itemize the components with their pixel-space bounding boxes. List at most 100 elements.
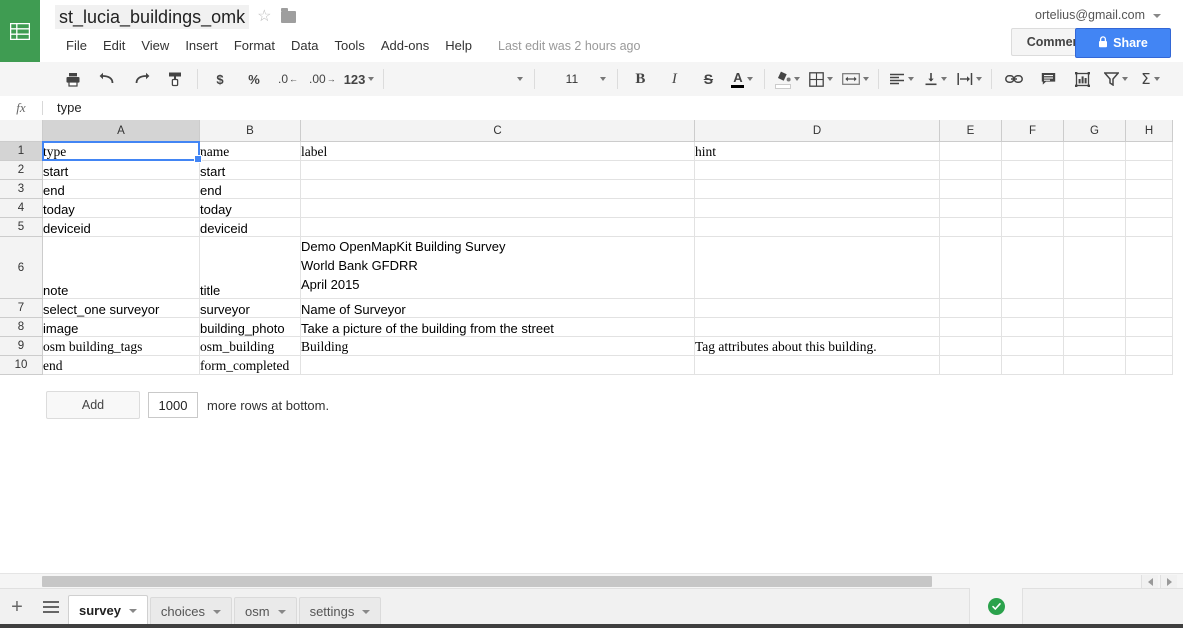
cell-h1[interactable] (1125, 141, 1173, 161)
cell-g4[interactable] (1063, 198, 1126, 218)
cell-e8[interactable] (939, 317, 1002, 337)
chevron-down-icon[interactable] (128, 608, 137, 613)
menu-tools[interactable]: Tools (326, 36, 372, 55)
cell-h5[interactable] (1125, 217, 1173, 237)
print-button[interactable] (57, 66, 89, 92)
cell-a5[interactable]: deviceid (42, 217, 200, 237)
column-header-f[interactable]: F (1001, 120, 1064, 142)
cell-e9[interactable] (939, 336, 1002, 356)
cell-c8[interactable]: Take a picture of the building from the … (300, 317, 695, 337)
cell-g3[interactable] (1063, 179, 1126, 199)
row-header-5[interactable]: 5 (0, 217, 43, 237)
menu-edit[interactable]: Edit (95, 36, 133, 55)
cell-c4[interactable] (300, 198, 695, 218)
cell-c6[interactable]: Demo OpenMapKit Building Survey World Ba… (300, 236, 695, 299)
cell-f3[interactable] (1001, 179, 1064, 199)
formula-input[interactable]: type (43, 96, 1183, 120)
cell-d4[interactable] (694, 198, 940, 218)
fill-color-button[interactable] (771, 66, 803, 92)
cell-c3[interactable] (300, 179, 695, 199)
cell-h2[interactable] (1125, 160, 1173, 180)
cell-f4[interactable] (1001, 198, 1064, 218)
cell-f10[interactable] (1001, 355, 1064, 375)
cell-b5[interactable]: deviceid (199, 217, 301, 237)
cell-c9[interactable]: Building (300, 336, 695, 356)
cell-f5[interactable] (1001, 217, 1064, 237)
strikethrough-button[interactable]: S (692, 66, 724, 92)
insert-link-button[interactable] (998, 66, 1030, 92)
cell-b8[interactable]: building_photo (199, 317, 301, 337)
cell-a9[interactable]: osm building_tags (42, 336, 200, 356)
text-color-button[interactable]: A (726, 66, 758, 92)
cell-b2[interactable]: start (199, 160, 301, 180)
sheet-tab-settings[interactable]: settings (298, 596, 382, 626)
folder-icon[interactable] (281, 8, 297, 23)
sheet-tab-choices[interactable]: choices (149, 596, 232, 626)
cell-c10[interactable] (300, 355, 695, 375)
cell-f9[interactable] (1001, 336, 1064, 356)
all-sheets-button[interactable] (34, 589, 68, 625)
menu-format[interactable]: Format (226, 36, 283, 55)
cell-e5[interactable] (939, 217, 1002, 237)
chevron-down-icon[interactable] (213, 609, 221, 614)
cell-h4[interactable] (1125, 198, 1173, 218)
insert-comment-button[interactable] (1032, 66, 1064, 92)
cell-f8[interactable] (1001, 317, 1064, 337)
cell-g10[interactable] (1063, 355, 1126, 375)
italic-button[interactable]: I (658, 66, 690, 92)
chevron-down-icon[interactable] (1153, 14, 1161, 18)
font-family-select[interactable] (389, 67, 529, 91)
menu-data[interactable]: Data (283, 36, 326, 55)
cell-e10[interactable] (939, 355, 1002, 375)
cell-h3[interactable] (1125, 179, 1173, 199)
cell-h10[interactable] (1125, 355, 1173, 375)
percent-format-button[interactable]: % (238, 66, 270, 92)
star-icon[interactable]: ☆ (257, 7, 271, 27)
cell-g9[interactable] (1063, 336, 1126, 356)
decrease-decimal-button[interactable]: .0 ← (272, 66, 304, 92)
cell-h8[interactable] (1125, 317, 1173, 337)
cell-d9[interactable]: Tag attributes about this building. (694, 336, 940, 356)
merge-cells-button[interactable] (839, 66, 872, 92)
cell-b6[interactable]: title (199, 236, 301, 299)
functions-button[interactable]: Σ (1134, 66, 1166, 92)
horizontal-align-button[interactable] (885, 66, 917, 92)
cell-d5[interactable] (694, 217, 940, 237)
cell-g2[interactable] (1063, 160, 1126, 180)
add-rows-count-input[interactable]: 1000 (148, 392, 198, 418)
cell-a7[interactable]: select_one surveyor (42, 298, 200, 318)
text-wrap-button[interactable] (953, 66, 985, 92)
cell-a6[interactable]: note (42, 236, 200, 299)
add-rows-button[interactable]: Add (46, 391, 140, 419)
cell-d3[interactable] (694, 179, 940, 199)
menu-help[interactable]: Help (437, 36, 480, 55)
cell-b4[interactable]: today (199, 198, 301, 218)
row-header-2[interactable]: 2 (0, 160, 43, 180)
scroll-left-button[interactable] (1141, 575, 1158, 588)
row-header-1[interactable]: 1 (0, 141, 43, 161)
menu-file[interactable]: File (58, 36, 95, 55)
cell-d2[interactable] (694, 160, 940, 180)
cell-g7[interactable] (1063, 298, 1126, 318)
cell-d6[interactable] (694, 236, 940, 299)
cell-e1[interactable] (939, 141, 1002, 161)
cell-a2[interactable]: start (42, 160, 200, 180)
cell-f7[interactable] (1001, 298, 1064, 318)
cell-a10[interactable]: end (42, 355, 200, 375)
cell-e2[interactable] (939, 160, 1002, 180)
borders-button[interactable] (805, 66, 837, 92)
cell-e4[interactable] (939, 198, 1002, 218)
chevron-down-icon[interactable] (277, 609, 286, 614)
cell-h7[interactable] (1125, 298, 1173, 318)
cell-g5[interactable] (1063, 217, 1126, 237)
column-header-e[interactable]: E (939, 120, 1002, 142)
redo-button[interactable] (125, 66, 157, 92)
cell-a3[interactable]: end (42, 179, 200, 199)
row-header-7[interactable]: 7 (0, 298, 43, 318)
row-header-6[interactable]: 6 (0, 236, 43, 299)
cell-d1[interactable]: hint (694, 141, 940, 161)
column-header-b[interactable]: B (199, 120, 301, 142)
horizontal-scrollbar[interactable] (0, 573, 1183, 589)
bold-button[interactable]: B (624, 66, 656, 92)
sheet-tab-osm[interactable]: osm (234, 596, 297, 626)
